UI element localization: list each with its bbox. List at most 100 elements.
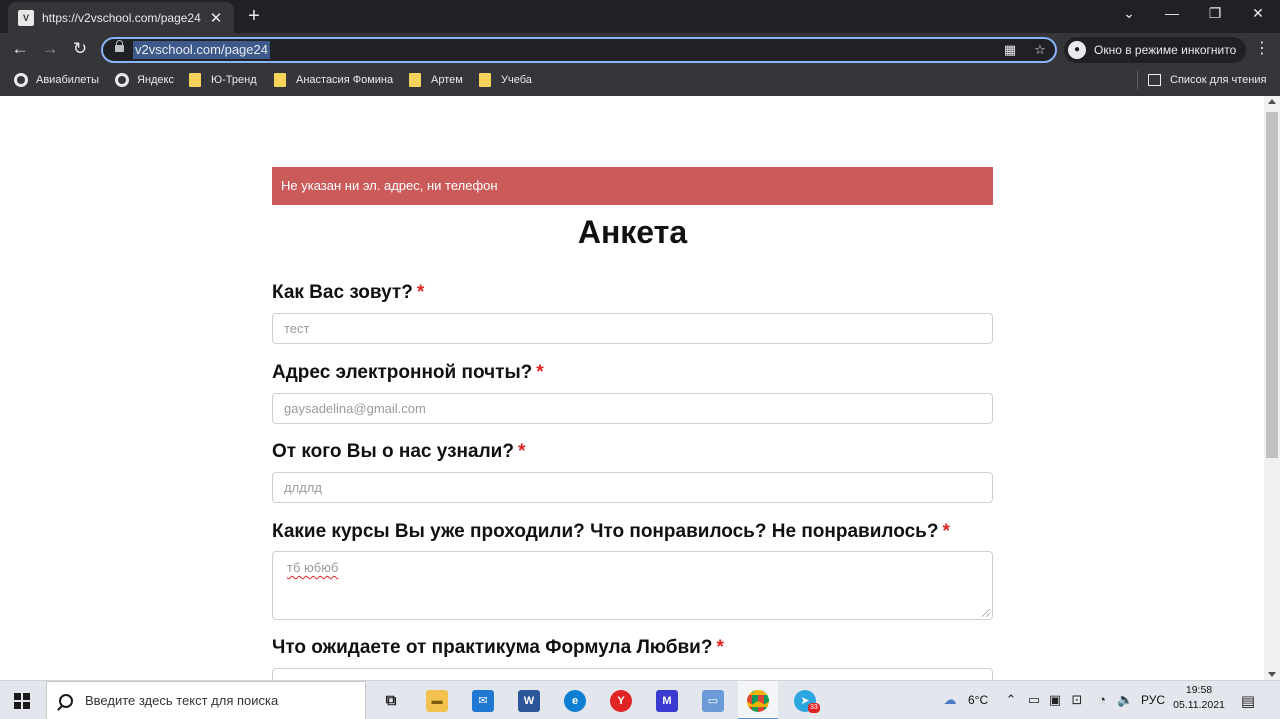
globe-icon (14, 73, 28, 87)
scroll-down-icon[interactable] (1268, 672, 1276, 677)
bookmark-label: Яндекс (137, 74, 174, 86)
mail-icon[interactable]: ✉ (472, 690, 494, 712)
scroll-thumb[interactable] (1266, 112, 1278, 458)
field-label-courses: Какие курсы Вы уже проходили? Что понрав… (272, 521, 950, 543)
file-explorer-icon[interactable]: ▬ (426, 690, 448, 712)
windows-start-icon[interactable] (14, 693, 30, 709)
resize-handle-icon[interactable] (982, 609, 990, 617)
bookmark-aviabilety[interactable]: Авиабилеты (14, 71, 99, 89)
clock-time: 19:58 (1185, 684, 1213, 696)
required-mark: * (416, 282, 425, 303)
required-mark: * (716, 637, 724, 658)
browser-tab[interactable]: V https://v2vschool.com/page24 ✕ (8, 2, 234, 33)
page-scrollbar[interactable] (1264, 96, 1280, 680)
task-view-icon[interactable]: ⧉ (380, 690, 402, 712)
bookmark-label: Артем (431, 74, 463, 86)
incognito-label: Окно в режиме инкогнито (1094, 43, 1237, 57)
email-input[interactable]: gaysadelina@gmail.com (272, 393, 993, 424)
search-placeholder: Введите здесь текст для поиска (85, 693, 279, 708)
camera-icon[interactable]: ⊡ (1069, 692, 1085, 708)
reading-list-button[interactable]: Список для чтения (1148, 71, 1266, 89)
bookmark-label: Учеба (501, 74, 532, 86)
courses-textarea[interactable]: тб юбюб (272, 551, 993, 620)
tab-title: https://v2vschool.com/page24 (42, 10, 201, 25)
required-mark: * (536, 362, 544, 383)
taskbar-search[interactable]: Введите здесь текст для поиска (46, 681, 366, 719)
chrome-icon[interactable] (747, 690, 769, 712)
reload-icon[interactable]: ↻ (69, 38, 91, 60)
field-label-text: Что ожидаете от практикума Формула Любви… (272, 637, 713, 658)
lock-icon[interactable] (115, 40, 124, 54)
yandex-browser-icon[interactable]: Y (610, 690, 632, 712)
folder-icon (189, 73, 201, 87)
volume-muted-icon[interactable]: 🔈 (1117, 692, 1133, 708)
minimize-icon[interactable]: — (1160, 5, 1184, 21)
field-label-name: Как Вас зовут? * (272, 282, 424, 304)
page-title: Анкета (577, 214, 688, 250)
battery-icon[interactable]: ▭ (1026, 692, 1042, 708)
field-label-referral: От кого Вы о нас узнали? * (272, 441, 525, 463)
browser-menu-icon[interactable]: ⋮ (1254, 38, 1270, 58)
bookmark-star-icon[interactable]: ☆ (1031, 42, 1049, 58)
folder-icon (479, 73, 491, 87)
notifications-icon[interactable]: ▤ (1240, 692, 1256, 710)
visual-studio-icon[interactable]: M (656, 690, 678, 712)
tab-search-icon[interactable]: ⌄ (1117, 5, 1141, 22)
bookmarks-divider (1137, 71, 1138, 89)
laptop-app-icon[interactable]: ▭ (702, 690, 724, 712)
scroll-up-icon[interactable] (1268, 99, 1276, 104)
qr-code-icon[interactable]: ▦ (1001, 42, 1019, 58)
new-tab-icon[interactable]: + (244, 5, 264, 28)
field-label-expectations: Что ожидаете от практикума Формула Любви… (272, 637, 724, 659)
field-label-text: Адрес электронной почты? (272, 362, 533, 383)
restore-icon[interactable]: ❐ (1203, 5, 1227, 22)
expectations-input[interactable] (272, 668, 993, 680)
name-input[interactable]: тест (272, 313, 993, 344)
field-label-text: От кого Вы о нас узнали? (272, 441, 514, 462)
bookmark-folder-ucheba[interactable]: Учеба (479, 71, 532, 89)
forward-icon[interactable]: → (39, 38, 61, 60)
referral-input[interactable]: длдлд (272, 472, 993, 503)
bookmark-label: Авиабилеты (36, 74, 100, 86)
clock-date: 05.11.2021 (1173, 699, 1225, 711)
required-mark: * (517, 441, 526, 462)
edge-icon[interactable]: e (564, 690, 586, 712)
url-text[interactable]: v2vschool.com/page24 (133, 41, 270, 59)
courses-textarea-value: тб юбюб (287, 560, 339, 575)
wifi-icon[interactable]: ◔ (1094, 692, 1110, 707)
weather-temperature[interactable]: 6°C (968, 693, 988, 707)
incognito-badge[interactable]: ● Окно в режиме инкогнито (1064, 37, 1247, 63)
bookmark-label: Анастасия Фомина (296, 74, 394, 86)
bookmark-folder-anastasia[interactable]: Анастасия Фомина (274, 71, 393, 89)
field-label-text: Как Вас зовут? (272, 282, 413, 303)
bookmarks-bar: Авиабилеты Яндекс Ю-Тренд Анастасия Фоми… (0, 65, 1280, 96)
meet-now-icon[interactable]: ▣ (1047, 692, 1063, 708)
field-label-text: Какие курсы Вы уже проходили? Что понрав… (272, 521, 939, 542)
globe-icon (115, 73, 129, 87)
back-icon[interactable]: ← (9, 38, 31, 60)
input-language[interactable]: РУС (1141, 693, 1165, 707)
bookmark-folder-yu-trend[interactable]: Ю-Тренд (189, 71, 257, 89)
site-favicon-icon: V (18, 9, 34, 26)
incognito-icon: ● (1068, 41, 1086, 59)
address-bar[interactable]: v2vschool.com/page24 ▦ ☆ (101, 37, 1057, 63)
windows-taskbar: Введите здесь текст для поиска ⧉ ▬ ✉ W e… (0, 680, 1280, 719)
search-icon (59, 693, 73, 708)
bookmark-folder-artem[interactable]: Артем (409, 71, 463, 89)
reading-list-label: Список для чтения (1170, 74, 1267, 86)
field-label-email: Адрес электронной почты? * (272, 362, 544, 384)
word-icon[interactable]: W (518, 690, 540, 712)
weather-cloud-icon[interactable]: ☁ (942, 692, 958, 708)
page-viewport: Не указан ни эл. адрес, ни телефон Анкет… (0, 96, 1264, 680)
required-mark: * (942, 521, 950, 542)
bookmark-yandex[interactable]: Яндекс (115, 71, 174, 89)
show-hidden-icons-icon[interactable]: ⌃ (1003, 692, 1019, 708)
bookmark-label: Ю-Тренд (211, 74, 257, 86)
tab-strip: V https://v2vschool.com/page24 ✕ + ⌄ — ❐… (0, 0, 1280, 33)
close-window-icon[interactable]: ✕ (1246, 5, 1270, 22)
folder-icon (274, 73, 286, 87)
tab-close-icon[interactable]: ✕ (208, 9, 224, 27)
telegram-unread-badge: 33 (808, 703, 820, 713)
reading-list-icon (1148, 74, 1161, 86)
system-clock[interactable]: 19:58 05.11.2021 (1170, 683, 1228, 713)
